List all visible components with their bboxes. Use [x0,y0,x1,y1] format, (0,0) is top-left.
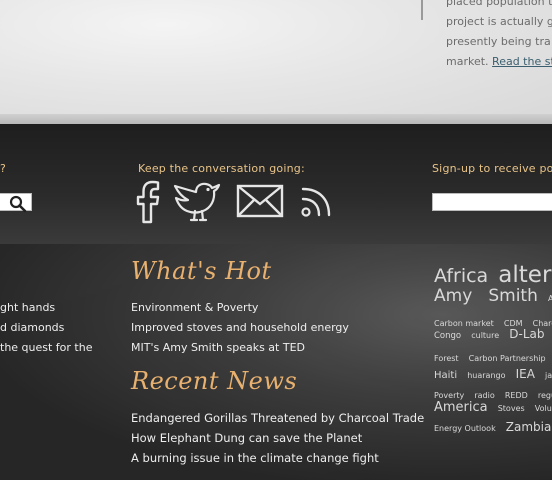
news-item[interactable]: How Elephant Dung can save the Planet [131,428,424,448]
content-area: placed population t project is actually … [0,0,552,124]
search-icon[interactable] [9,195,27,213]
column-divider [421,0,423,20]
twitter-bird-icon[interactable] [172,180,224,224]
tag-link[interactable]: Carbon Partnership [469,354,546,363]
tag-link[interactable]: Africa [434,265,488,287]
whats-hot-item[interactable]: Improved stoves and household energy [131,318,349,338]
rss-link[interactable] [300,180,334,224]
whats-hot-item[interactable]: Environment & Poverty [131,298,349,318]
signup-heading: Sign-up to receive pos [432,162,552,175]
social-heading: Keep the conversation going: [138,162,305,175]
list-item[interactable]: the quest for the [0,338,93,358]
search-heading: ? [0,162,7,175]
email-icon[interactable] [236,180,284,224]
tag-link[interactable]: altern [498,262,552,288]
tag-link[interactable]: D-Lab [509,327,544,341]
story-line: project is actually ge [446,15,552,28]
rss-icon[interactable] [300,180,334,224]
facebook-icon[interactable] [134,180,162,224]
story-line: market. Read the sto [446,52,552,72]
tag-link[interactable]: Voluntar [535,404,552,413]
tag-link[interactable]: Amy [434,286,472,306]
tag-link[interactable]: Forest [434,354,459,363]
tag-link[interactable]: Energy Outlook [434,424,496,433]
read-more-link[interactable]: Read the sto [492,55,552,68]
tag-link[interactable]: As [548,294,552,303]
tag-link[interactable]: Smith [488,286,538,306]
recent-news-list: Endangered Gorillas Threatened by Charco… [131,408,424,468]
list-item[interactable]: d diamonds [0,318,93,338]
whats-hot-list: Environment & Poverty Improved stoves an… [131,298,349,358]
left-link-list: ght hands d diamonds the quest for the [0,298,93,358]
tag-link[interactable]: Stoves [498,404,525,413]
story-line: placed population t [446,0,552,8]
facebook-link[interactable] [134,180,162,224]
whats-hot-item[interactable]: MIT's Amy Smith speaks at TED [131,338,349,358]
tag-link[interactable]: jatroph [545,371,552,380]
tag-link[interactable]: Zambia [506,420,552,434]
news-item[interactable]: A burning issue in the climate change fi… [131,448,424,468]
list-item[interactable]: ght hands [0,298,93,318]
story-line: presently being tra [446,35,551,48]
story-line-end: market. [446,55,489,68]
tag-link[interactable]: America [434,400,488,415]
recent-news-heading: Recent News [131,367,298,395]
search-input[interactable] [0,193,32,213]
story-excerpt: placed population t project is actually … [446,0,552,72]
tag-link[interactable]: culture [471,331,499,340]
signup-email-input[interactable] [432,193,552,211]
whats-hot-heading: What's Hot [131,257,272,285]
email-link[interactable] [236,180,284,224]
twitter-link[interactable] [172,180,224,224]
news-item[interactable]: Endangered Gorillas Threatened by Charco… [131,408,424,428]
tag-link[interactable]: Congo [434,331,461,341]
tag-link[interactable]: Haiti [434,370,457,381]
tag-link[interactable]: IEA [516,367,535,381]
tag-link[interactable]: huarango [467,371,505,380]
